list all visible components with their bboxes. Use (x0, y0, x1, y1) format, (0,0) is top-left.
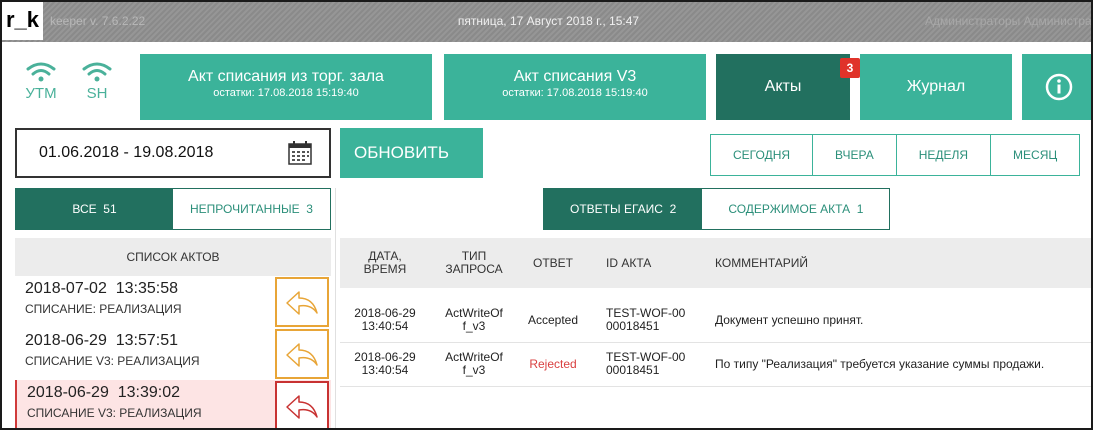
act-v3-subtitle: остатки: 17.08.2018 15:19:40 (502, 87, 648, 99)
act-list-item[interactable]: 2018-06-29 13:39:02 СПИСАНИЕ V3: РЕАЛИЗА… (15, 380, 331, 428)
act-reply-button[interactable] (275, 277, 329, 327)
reply-arrow-icon (286, 395, 318, 419)
col-datetime[interactable]: ДАТА, ВРЕМЯ (340, 238, 430, 288)
tab-all-label: ВСЕ (72, 202, 97, 216)
col-comment[interactable]: КОММЕНТАРИЙ (715, 238, 1015, 288)
act-hall-button[interactable]: Акт списания из торг. зала остатки: 17.0… (140, 54, 432, 120)
act-type: СПИСАНИЕ: РЕАЛИЗАЦИЯ (25, 302, 182, 316)
cell-comment: По типу "Реализация" требуется указание … (715, 357, 1045, 371)
utm-status[interactable]: УТМ (23, 62, 59, 120)
tab-act-content[interactable]: СОДЕРЖИМОЕ АКТА 1 (702, 189, 890, 229)
tab-unread[interactable]: НЕПРОЧИТАННЫЕ 3 (173, 189, 330, 229)
row-divider (340, 386, 1091, 387)
tab-content-label: СОДЕРЖИМОЕ АКТА (728, 202, 851, 216)
refresh-button[interactable]: ОБНОВИТЬ (340, 128, 483, 178)
acts-list-header: СПИСОК АКТОВ (15, 238, 331, 276)
act-list-item[interactable]: 2018-06-29 13:57:51 СПИСАНИЕ V3: РЕАЛИЗА… (15, 328, 331, 380)
sh-label: SH (86, 85, 108, 102)
connection-status: УТМ SH (15, 54, 125, 120)
act-reply-button[interactable] (275, 329, 329, 379)
acts-label: Акты (764, 78, 802, 95)
title-bar: r_k keeper v. 7.6.2.22 пятница, 17 Авгус… (2, 2, 1093, 42)
act-filter-tabs: ВСЕ 51 НЕПРОЧИТАННЫЕ 3 (15, 188, 331, 230)
period-yesterday[interactable]: ВЧЕРА (813, 135, 897, 175)
date-range-value: 01.06.2018 - 19.08.2018 (39, 144, 214, 161)
act-detail-tabs: ОТВЕТЫ ЕГАИС 2 СОДЕРЖИМОЕ АКТА 1 (543, 188, 891, 230)
sh-status[interactable]: SH (79, 62, 115, 120)
act-reply-button[interactable] (275, 381, 329, 428)
cell-answer: Rejected (529, 356, 577, 371)
panel-divider (335, 188, 336, 428)
acts-button[interactable]: Акты (716, 54, 850, 120)
cell-act-id: TEST-WOF-00 00018451 (606, 350, 686, 377)
journal-button[interactable]: Журнал (860, 54, 1012, 120)
tab-unread-label: НЕПРОЧИТАННЫЕ (190, 202, 300, 216)
cell-request-type: ActWriteOf f_v3 (445, 306, 503, 333)
journal-label: Журнал (906, 78, 966, 95)
act-hall-title: Акт списания из торг. зала (188, 68, 384, 85)
act-datetime: 2018-06-29 13:57:51 (25, 332, 179, 349)
tab-unread-count: 3 (306, 202, 313, 216)
tab-egais-count: 2 (669, 202, 677, 216)
act-hall-subtitle: остатки: 17.08.2018 15:19:40 (213, 87, 359, 99)
period-month[interactable]: МЕСЯЦ (991, 135, 1081, 175)
act-type: СПИСАНИЕ V3: РЕАЛИЗАЦИЯ (27, 406, 202, 420)
cell-comment: Документ успешно принят. (715, 313, 864, 327)
date-range-picker[interactable]: 01.06.2018 - 19.08.2018 (15, 128, 331, 178)
col-answer[interactable]: ОТВЕТ (518, 238, 588, 288)
period-selector: СЕГОДНЯ ВЧЕРА НЕДЕЛЯ МЕСЯЦ (710, 134, 1081, 176)
wifi-icon (26, 62, 56, 82)
tab-all-count: 51 (103, 202, 117, 216)
act-v3-button[interactable]: Акт списания V3 остатки: 17.08.2018 15:1… (444, 54, 706, 120)
app-window: r_k keeper v. 7.6.2.22 пятница, 17 Авгус… (0, 0, 1093, 430)
act-list-item[interactable]: 2018-07-02 13:35:58 СПИСАНИЕ: РЕАЛИЗАЦИЯ (15, 276, 331, 328)
cell-act-id: TEST-WOF-00 00018451 (606, 306, 686, 333)
period-today[interactable]: СЕГОДНЯ (711, 135, 814, 175)
table-row[interactable]: 2018-06-29 13:40:54 ActWriteOf f_v3 Accept… (340, 298, 1091, 342)
act-type: СПИСАНИЕ V3: РЕАЛИЗАЦИЯ (25, 354, 200, 368)
calendar-icon[interactable] (287, 140, 313, 166)
wifi-icon (82, 62, 112, 82)
current-user: Администраторы Администратор (925, 14, 1093, 28)
cell-answer: Accepted (527, 312, 579, 327)
col-request-type[interactable]: ТИП ЗАПРОСА (430, 238, 518, 288)
tab-content-count: 1 (856, 202, 864, 216)
col-act-id[interactable]: ID АКТА (606, 238, 706, 288)
utm-label: УТМ (25, 85, 57, 102)
cell-datetime: 2018-06-29 13:40:54 (354, 306, 416, 333)
tab-egais-label: ОТВЕТЫ ЕГАИС (570, 202, 663, 216)
info-button[interactable] (1022, 54, 1091, 120)
cell-request-type: ActWriteOf f_v3 (445, 350, 503, 377)
tab-all[interactable]: ВСЕ 51 (16, 189, 173, 229)
answers-table-header: ДАТА, ВРЕМЯ ТИП ЗАПРОСА ОТВЕТ ID АКТА КОММ… (340, 238, 1091, 288)
info-icon (1045, 73, 1072, 101)
acts-badge: 3 (840, 58, 860, 78)
act-datetime: 2018-07-02 13:35:58 (25, 280, 179, 297)
tab-egais-answers[interactable]: ОТВЕТЫ ЕГАИС 2 (544, 189, 703, 229)
reply-arrow-icon (286, 291, 318, 315)
period-week[interactable]: НЕДЕЛЯ (896, 135, 992, 175)
act-datetime: 2018-06-29 13:39:02 (27, 384, 181, 401)
act-v3-title: Акт списания V3 (513, 68, 637, 85)
cell-datetime: 2018-06-29 13:40:54 (354, 350, 416, 377)
reply-arrow-icon (286, 343, 318, 367)
table-row[interactable]: 2018-06-29 13:40:54 ActWriteOf f_v3 Reject… (340, 342, 1091, 386)
